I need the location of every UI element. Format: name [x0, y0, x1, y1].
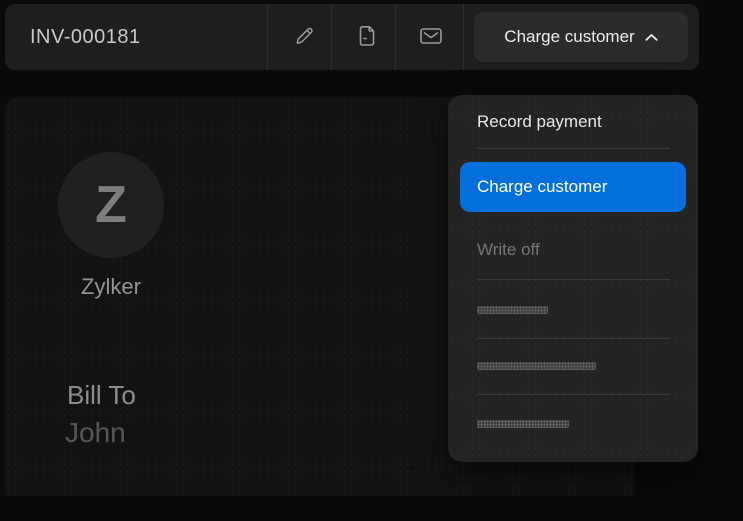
org-avatar-letter: Z — [95, 176, 127, 234]
document-pdf-icon — [356, 24, 378, 51]
org-avatar: Z — [58, 152, 164, 258]
menu-divider — [476, 338, 670, 339]
bill-to-label: Bill To — [67, 380, 136, 410]
menu-divider — [476, 394, 670, 395]
download-pdf-button[interactable] — [343, 4, 391, 70]
toolbar-divider — [331, 4, 332, 70]
menu-item-record-payment[interactable]: Record payment — [477, 107, 602, 137]
charge-customer-dropdown-menu: Record payment Charge customer Write off — [448, 95, 698, 462]
menu-item-redacted[interactable] — [477, 306, 548, 314]
bill-to-customer-name: John — [65, 417, 126, 448]
menu-divider — [476, 279, 670, 280]
pencil-edit-icon — [293, 24, 316, 50]
email-invoice-button[interactable] — [407, 4, 455, 70]
invoice-page: INV-000181 Charge customer Z Zylker Bill… — [0, 0, 743, 521]
envelope-email-icon — [418, 25, 444, 50]
invoice-number: INV-000181 — [30, 25, 141, 48]
edit-invoice-button[interactable] — [280, 4, 328, 70]
charge-customer-dropdown-button[interactable]: Charge customer — [474, 12, 688, 62]
menu-item-write-off[interactable]: Write off — [477, 235, 540, 265]
toolbar-divider — [267, 4, 268, 70]
menu-item-redacted[interactable] — [477, 362, 596, 370]
invoice-toolbar: INV-000181 Charge customer — [5, 4, 699, 70]
toolbar-divider — [463, 4, 464, 70]
menu-item-redacted[interactable] — [477, 420, 569, 428]
menu-item-charge-customer[interactable]: Charge customer — [460, 162, 686, 212]
menu-divider — [476, 148, 670, 149]
toolbar-divider — [395, 4, 396, 70]
charge-customer-button-label: Charge customer — [504, 27, 635, 46]
org-name: Zylker — [81, 274, 141, 299]
chevron-up-icon — [645, 27, 658, 47]
